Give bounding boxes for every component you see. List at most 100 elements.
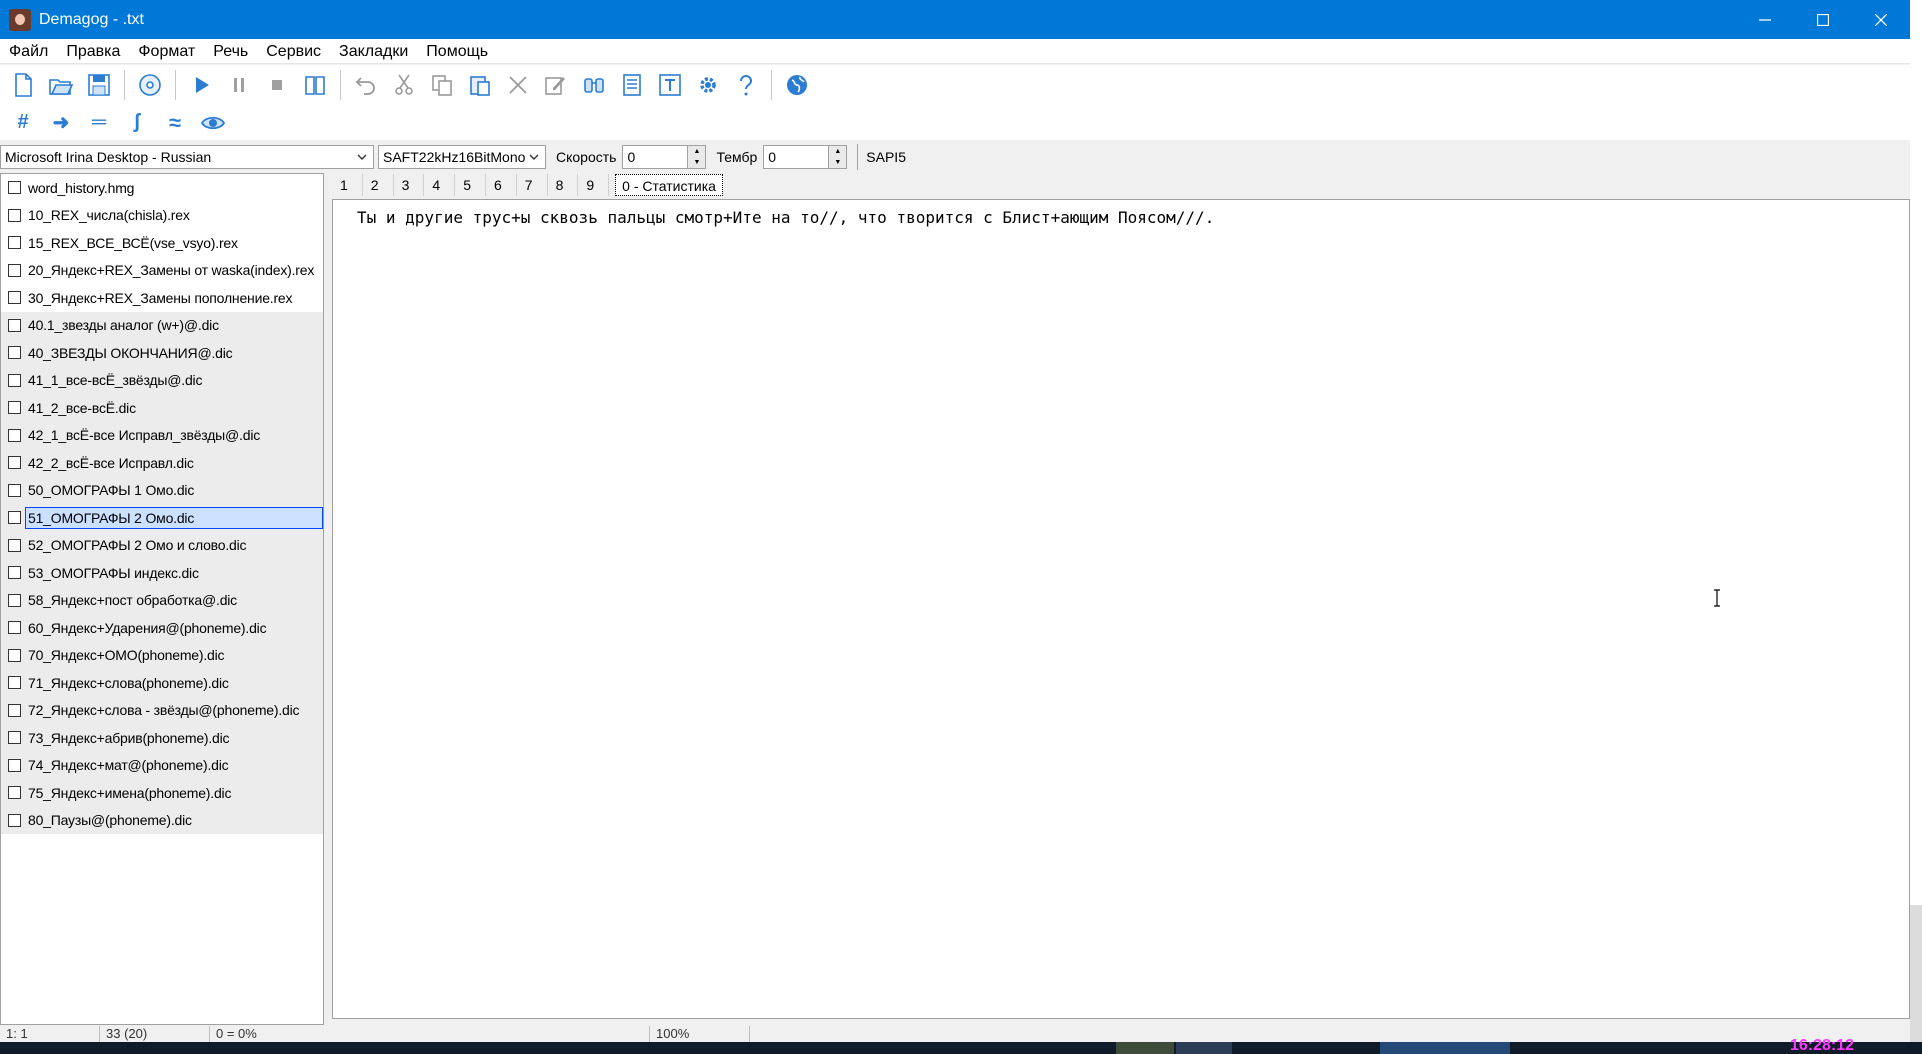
dictionary-label[interactable]: 58_Яндекс+пост обработка@.dic: [26, 590, 239, 610]
dictionary-checkbox[interactable]: [8, 346, 21, 360]
list-item[interactable]: 75_Яндекс+имена(phoneme).dic: [1, 779, 323, 807]
disc-button[interactable]: [133, 68, 167, 102]
dictionary-label[interactable]: 70_Яндекс+ОМО(phoneme).dic: [26, 645, 226, 665]
settings-button[interactable]: [691, 68, 725, 102]
stop-button[interactable]: [260, 68, 294, 102]
timbre-stepper[interactable]: 0 ▲ ▼: [763, 145, 848, 169]
tab-1[interactable]: 1: [332, 174, 363, 196]
dictionary-checkbox[interactable]: [8, 401, 21, 415]
tab-5[interactable]: 5: [455, 174, 486, 196]
taskbar-app[interactable]: [1380, 1042, 1510, 1054]
list-item[interactable]: 74_Яндекс+мат@(phoneme).dic: [1, 751, 323, 779]
minimize-button[interactable]: [1736, 0, 1794, 39]
integral-button[interactable]: ʃ: [120, 106, 154, 140]
list-item[interactable]: 53_ОМОГРАФЫ индекс.dic: [1, 559, 323, 587]
dictionary-label[interactable]: 51_ОМОГРАФЫ 2 Омо.dic: [25, 506, 323, 529]
tab-6[interactable]: 6: [486, 174, 517, 196]
web-button[interactable]: [780, 68, 814, 102]
editor-content[interactable]: Ты и другие трус+ы сквозь пальцы смотр+И…: [333, 200, 1909, 235]
dictionary-checkbox[interactable]: [8, 318, 21, 332]
dictionary-label[interactable]: 15_REX_ВСЕ_ВСЁ(vse_vsyo).rex: [26, 233, 240, 253]
dictionary-checkbox[interactable]: [8, 456, 21, 470]
audio-format-select[interactable]: SAFT22kHz16BitMono: [378, 145, 546, 169]
tab-4[interactable]: 4: [424, 174, 456, 196]
dictionary-checkbox[interactable]: [8, 703, 21, 717]
speed-down-button[interactable]: ▼: [688, 157, 706, 168]
taskbar-app[interactable]: [1176, 1042, 1232, 1054]
list-item[interactable]: 52_ОМОГРАФЫ 2 Омо и слово.dic: [1, 531, 323, 559]
list-item[interactable]: 41_2_все-всЁ.dic: [1, 394, 323, 422]
open-button[interactable]: [44, 68, 78, 102]
dictionary-checkbox[interactable]: [8, 291, 21, 305]
list-item[interactable]: 73_Яндекс+абрив(phoneme).dic: [1, 724, 323, 752]
list-item[interactable]: 60_Яндекс+Ударения@(phoneme).dic: [1, 614, 323, 642]
menu-format[interactable]: Формат: [129, 39, 204, 64]
dictionary-label[interactable]: 75_Яндекс+имена(phoneme).dic: [26, 783, 233, 803]
dictionary-checkbox[interactable]: [8, 758, 21, 772]
list-item[interactable]: 30_Яндекс+REX_Замены пополнение.rex: [1, 284, 323, 312]
menu-bookmarks[interactable]: Закладки: [330, 39, 417, 64]
equals-button[interactable]: ═: [82, 106, 116, 140]
close-button[interactable]: [1852, 0, 1910, 39]
menu-help[interactable]: Помощь: [417, 39, 497, 64]
dictionary-label[interactable]: 42_1_всЁ-все Исправл_звёзды@.dic: [26, 425, 262, 445]
dictionary-label[interactable]: 80_Паузы@(phoneme).dic: [26, 810, 194, 830]
dictionary-label[interactable]: word_history.hmg: [26, 178, 136, 198]
maximize-button[interactable]: [1794, 0, 1852, 39]
dictionary-checkbox[interactable]: [8, 181, 21, 195]
dictionary-label[interactable]: 50_ОМОГРАФЫ 1 Омо.dic: [26, 480, 196, 500]
dictionary-label[interactable]: 40_ЗВЕЗДЫ ОКОНЧАНИЯ@.dic: [26, 343, 234, 363]
dictionary-checkbox[interactable]: [8, 208, 21, 222]
approx-button[interactable]: ≈: [158, 106, 192, 140]
dictionary-label[interactable]: 30_Яндекс+REX_Замены пополнение.rex: [26, 288, 294, 308]
speed-stepper[interactable]: 0 ▲ ▼: [622, 145, 707, 169]
dictionary-checkbox[interactable]: [8, 538, 21, 552]
pause-button[interactable]: [222, 68, 256, 102]
taskbar-app[interactable]: [1116, 1042, 1174, 1054]
list-item[interactable]: 41_1_все-всЁ_звёзды@.dic: [1, 366, 323, 394]
timbre-down-button[interactable]: ▼: [829, 157, 847, 168]
list-item[interactable]: 40.1_звезды аналог (w+)@.dic: [1, 311, 323, 339]
list-item[interactable]: 50_ОМОГРАФЫ 1 Омо.dic: [1, 476, 323, 504]
menu-edit[interactable]: Правка: [57, 39, 129, 64]
dictionary-checkbox[interactable]: [8, 263, 21, 277]
tab-7[interactable]: 7: [517, 174, 548, 196]
dictionary-checkbox[interactable]: [8, 593, 21, 607]
delete-button[interactable]: [501, 68, 535, 102]
dictionary-label[interactable]: 74_Яндекс+мат@(phoneme).dic: [26, 755, 230, 775]
copy-button[interactable]: [425, 68, 459, 102]
text-editor[interactable]: Ты и другие трус+ы сквозь пальцы смотр+И…: [332, 199, 1910, 1019]
menu-speech[interactable]: Речь: [204, 39, 257, 64]
list-item[interactable]: word_history.hmg: [1, 174, 323, 202]
edit-button[interactable]: [539, 68, 573, 102]
tab-8[interactable]: 8: [548, 174, 579, 196]
list-item[interactable]: 58_Яндекс+пост обработка@.dic: [1, 586, 323, 614]
list-item[interactable]: 51_ОМОГРАФЫ 2 Омо.dic: [1, 504, 323, 532]
arrow-button[interactable]: ➜: [44, 106, 78, 140]
dictionary-checkbox[interactable]: [8, 428, 21, 442]
list-item[interactable]: 71_Яндекс+слова(phoneme).dic: [1, 669, 323, 697]
find-button[interactable]: [577, 68, 611, 102]
dictionary-label[interactable]: 73_Яндекс+абрив(phoneme).dic: [26, 728, 231, 748]
dictionary-label[interactable]: 41_1_все-всЁ_звёзды@.dic: [26, 370, 204, 390]
undo-button[interactable]: [349, 68, 383, 102]
list-item[interactable]: 70_Яндекс+ОМО(phoneme).dic: [1, 641, 323, 669]
dictionary-checkbox[interactable]: [8, 676, 21, 690]
dictionary-checkbox[interactable]: [8, 373, 21, 387]
list-item[interactable]: 10_REX_числа(chisla).rex: [1, 201, 323, 229]
dictionary-checkbox[interactable]: [8, 566, 21, 580]
dictionary-label[interactable]: 42_2_всЁ-все Исправл.dic: [26, 453, 196, 473]
dictionary-label[interactable]: 41_2_все-всЁ.dic: [26, 398, 138, 418]
dictionary-label[interactable]: 60_Яндекс+Ударения@(phoneme).dic: [26, 618, 268, 638]
dictionary-label[interactable]: 71_Яндекс+слова(phoneme).dic: [26, 673, 231, 693]
list-item[interactable]: 42_2_всЁ-все Исправл.dic: [1, 449, 323, 477]
list-item[interactable]: 40_ЗВЕЗДЫ ОКОНЧАНИЯ@.dic: [1, 339, 323, 367]
dictionary-label[interactable]: 72_Яндекс+слова - звёзды@(phoneme).dic: [26, 700, 301, 720]
scrollbar-thumb[interactable]: [1910, 905, 1922, 1045]
tab-3[interactable]: 3: [394, 174, 425, 196]
menu-file[interactable]: Файл: [0, 39, 57, 64]
dictionary-checkbox[interactable]: [8, 621, 21, 635]
dictionary-checkbox[interactable]: [8, 483, 21, 497]
list-button[interactable]: [615, 68, 649, 102]
dictionary-label[interactable]: 40.1_звезды аналог (w+)@.dic: [26, 315, 221, 335]
